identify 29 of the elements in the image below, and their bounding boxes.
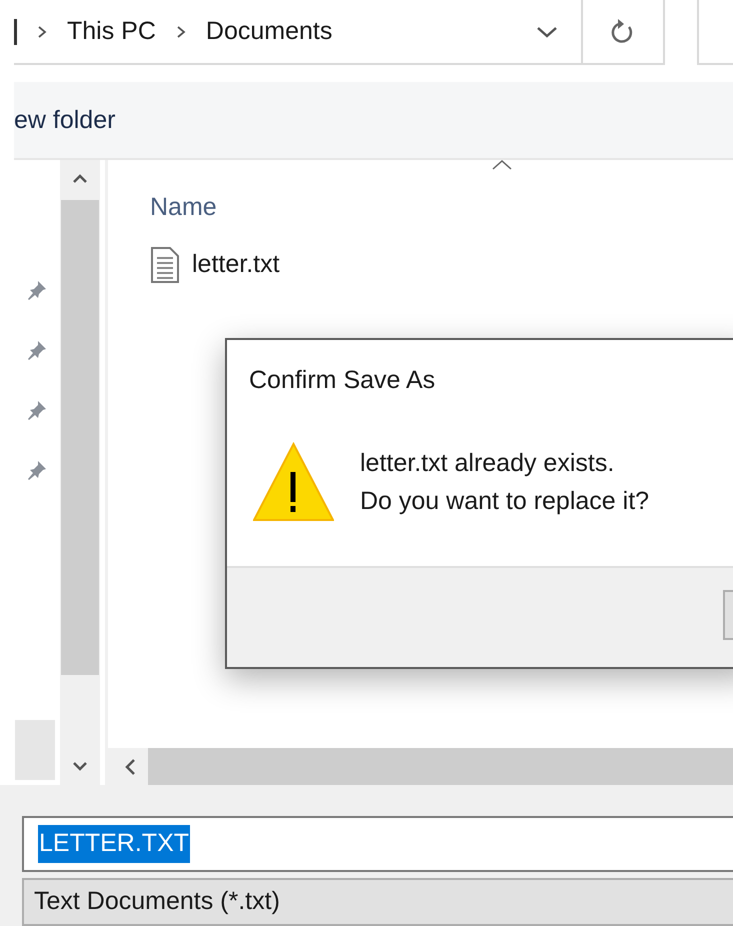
scroll-left-icon[interactable] xyxy=(124,758,136,776)
file-name[interactable]: letter.txt xyxy=(192,246,280,284)
save-as-type-dropdown[interactable]: Text Documents (*.txt) xyxy=(22,878,733,926)
pin-icon[interactable] xyxy=(26,339,48,361)
scroll-down-icon[interactable] xyxy=(72,761,88,771)
file-name-field[interactable]: LETTER.TXT xyxy=(22,816,733,872)
breadcrumb[interactable]: This PC xyxy=(67,12,156,50)
dialog-title: Confirm Save As xyxy=(248,365,436,396)
scroll-up-icon[interactable] xyxy=(72,174,88,184)
warning-icon xyxy=(253,442,334,522)
new-folder-button[interactable]: ew folder xyxy=(14,108,116,132)
search-field[interactable] xyxy=(697,0,733,65)
chevron-right-icon xyxy=(37,24,47,38)
pin-icon[interactable] xyxy=(26,399,48,421)
pin-icon[interactable] xyxy=(26,279,48,301)
chevron-right-icon xyxy=(176,24,186,38)
text-file-icon xyxy=(150,246,180,284)
column-header[interactable]: Name xyxy=(150,188,217,226)
chevron-down-icon xyxy=(536,26,558,38)
breadcrumb[interactable]: Documents xyxy=(206,12,332,50)
scrollbar-thumb[interactable] xyxy=(61,200,99,675)
refresh-button[interactable] xyxy=(583,0,665,65)
dialog-message: letter.txt already exists. xyxy=(360,448,616,479)
vertical-scrollbar[interactable] xyxy=(60,160,100,785)
pin-icon[interactable] xyxy=(26,459,48,481)
address-bar[interactable]: This PC Documents xyxy=(14,0,583,65)
file-name-value: LETTER.TXT xyxy=(38,825,190,863)
pane-background xyxy=(15,720,55,780)
dialog-message: Do you want to replace it? xyxy=(360,486,650,517)
